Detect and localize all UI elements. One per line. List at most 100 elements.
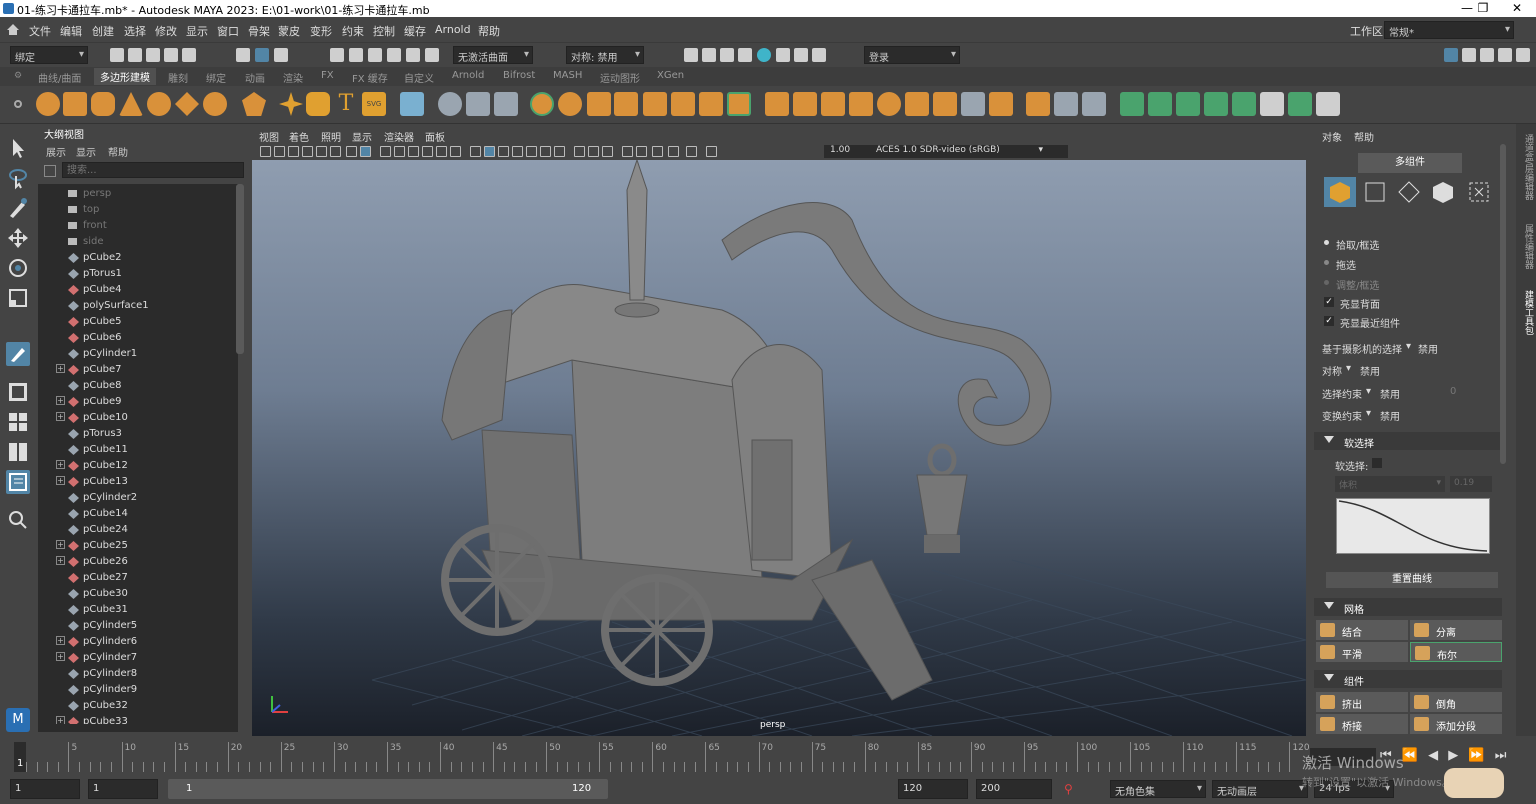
render-view-icon[interactable] [776,48,790,62]
menu-control[interactable]: 控制 [373,23,395,39]
outliner-item[interactable]: front [38,218,238,234]
outliner-item[interactable]: persp [38,186,238,202]
live-surface-field[interactable]: 无激活曲面 [453,46,533,64]
select-camera-icon[interactable] [260,146,271,157]
side-tab-channel-box[interactable]: 通道盒/层编辑器 [1519,134,1533,200]
soft-select-checkbox[interactable] [1372,458,1382,468]
exposure-reset-icon[interactable] [706,146,717,157]
outliner-scrollbar[interactable] [236,184,244,354]
anim-layer-dropdown[interactable]: 无动画层 [1212,780,1308,798]
expand-icon[interactable]: + [56,460,65,469]
outliner-item[interactable]: polySurface1 [38,298,238,314]
motion-blur-icon[interactable] [574,146,585,157]
outliner-menu-display[interactable]: 展示 [46,144,66,159]
outliner-item[interactable]: pCube8 [38,378,238,394]
outliner-item[interactable]: + pCube26 [38,554,238,570]
outliner-item[interactable]: pCube2 [38,250,238,266]
poly-cone-icon[interactable] [119,92,143,116]
outliner-item[interactable]: pCube24 [38,522,238,538]
type-text-icon[interactable]: T [334,92,358,116]
textured-icon[interactable] [512,146,523,157]
vp-menu-renderer[interactable]: 渲染器 [384,129,414,144]
menu-arnold[interactable]: Arnold [435,23,471,36]
modeling-toolkit-toggle-icon[interactable] [1444,48,1458,62]
outliner-item[interactable]: + pCube9 [38,394,238,410]
mtk-menu-help[interactable]: 帮助 [1354,129,1374,144]
symmetry-field[interactable]: 对称: 禁用 [566,46,644,64]
shelf-tab-rendering[interactable]: 渲染 [283,70,303,85]
outliner-toggle-icon[interactable] [1516,48,1530,62]
planar-uv-icon[interactable] [1120,92,1144,116]
mtk-scrollbar[interactable] [1500,144,1506,464]
xray-joints-icon[interactable] [652,146,663,157]
shelf-tab-custom[interactable]: 自定义 [404,70,434,85]
shelf-tab-fx[interactable]: FX [321,70,334,81]
shelf-tab-sculpt[interactable]: 雕刻 [168,70,188,85]
render-settings-icon[interactable] [738,48,752,62]
outliner-item[interactable]: pCylinder8 [38,666,238,682]
outliner-item[interactable]: pCube31 [38,602,238,618]
anti-aliasing-icon[interactable] [588,146,599,157]
shelf-menu-icon[interactable] [14,100,22,108]
select-component-icon[interactable] [274,48,288,62]
four-view-layout-icon[interactable] [6,410,30,434]
rotate-tool-icon[interactable] [6,256,30,280]
mirror-icon[interactable] [671,92,695,116]
fill-hole-icon[interactable] [849,92,873,116]
redo-icon[interactable] [182,48,196,62]
save-scene-icon[interactable] [146,48,160,62]
separate-button[interactable]: 分离 [1410,620,1502,640]
bridge-icon[interactable] [793,92,817,116]
multi-cut-icon[interactable] [961,92,985,116]
field-chart-icon[interactable] [422,146,433,157]
snap-curve-icon[interactable] [349,48,363,62]
snap-view-icon[interactable] [387,48,401,62]
menu-create[interactable]: 创建 [92,23,114,39]
outliner-item[interactable]: pCube11 [38,442,238,458]
menu-set-dropdown[interactable]: 绑定 [10,46,88,64]
uv-editor-icon[interactable] [1260,92,1284,116]
uv-sew-icon[interactable] [1316,92,1340,116]
sculpt-tool-icon[interactable] [1082,92,1106,116]
menu-window[interactable]: 窗口 [217,23,239,39]
transform-constraint-value[interactable]: 禁用 [1380,408,1400,423]
use-all-lights-icon[interactable] [526,146,537,157]
expand-icon[interactable]: + [56,476,65,485]
tool-settings-toggle-icon[interactable] [1480,48,1494,62]
camera-attributes-icon[interactable] [288,146,299,157]
vp-menu-shading[interactable]: 着色 [289,129,309,144]
grid-icon[interactable] [360,146,371,157]
soft-falloff-radius[interactable]: 0.19 [1450,476,1492,492]
quad-draw-icon[interactable] [1054,92,1078,116]
menu-skin[interactable]: 蒙皮 [278,23,300,39]
3d-viewport[interactable]: persp [252,160,1306,736]
backface-culling-icon[interactable] [686,146,697,157]
open-scene-icon[interactable] [128,48,142,62]
depth-of-field-icon[interactable] [602,146,613,157]
outliner-item[interactable]: pCube14 [38,506,238,522]
shelf-tab-poly[interactable]: 多边形建模 [94,68,156,85]
poly-disc-icon[interactable] [203,92,227,116]
drag-radio[interactable] [1324,260,1329,265]
menu-file[interactable]: 文件 [29,23,51,39]
auto-key-icon[interactable]: ⚲ [1064,782,1078,796]
combine-icon[interactable] [530,92,554,116]
merge-icon[interactable] [905,92,929,116]
shelf-tab-animation[interactable]: 动画 [245,70,265,85]
append-polygon-icon[interactable] [877,92,901,116]
mtk-menu-object[interactable]: 对象 [1322,129,1342,144]
lasso-tool-icon[interactable] [6,166,30,190]
menu-modify[interactable]: 修改 [155,23,177,39]
select-object-icon[interactable] [255,48,269,62]
separate-icon[interactable] [558,92,582,116]
move-tool-icon[interactable] [6,226,30,250]
vp-menu-panels[interactable]: 面板 [425,129,445,144]
soft-select-section[interactable]: 软选择 [1314,432,1502,450]
shelf-tab-motion-graphics[interactable]: 运动图形 [600,70,640,85]
extrude-icon[interactable] [765,92,789,116]
spherical-uv-icon[interactable] [1176,92,1200,116]
object-mode-icon[interactable] [1324,177,1356,207]
select-tool-icon[interactable] [6,136,30,160]
poly-cylinder-icon[interactable] [91,92,115,116]
outliner-item[interactable]: side [38,234,238,250]
